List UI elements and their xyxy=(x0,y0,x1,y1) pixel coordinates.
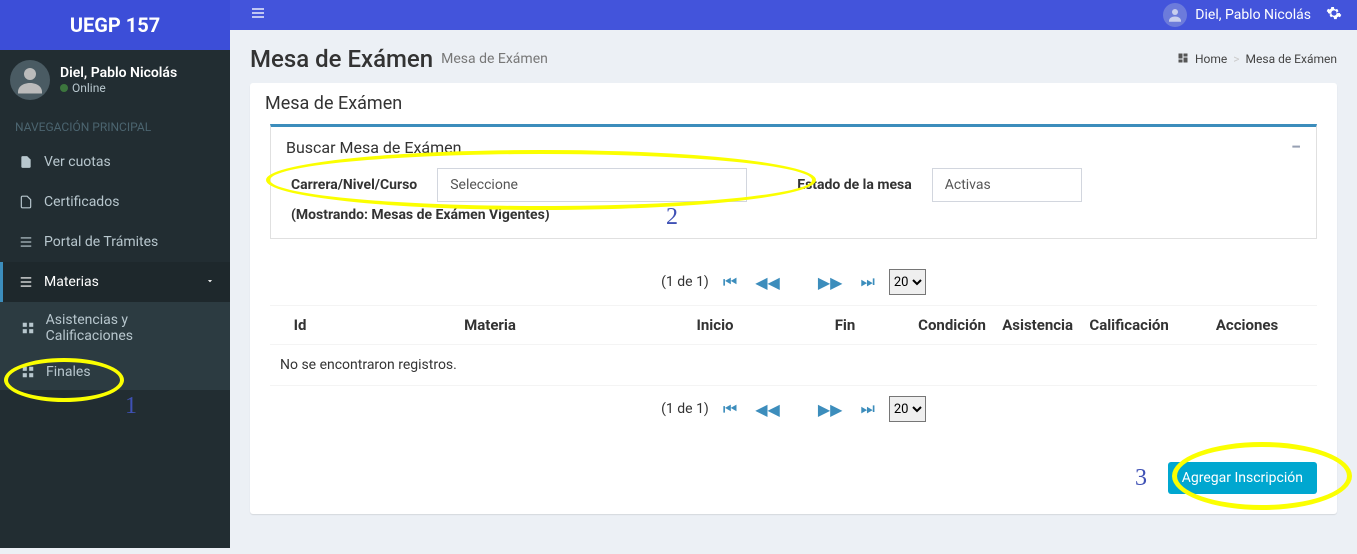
topbar-user[interactable]: Diel, Pablo Nicolás xyxy=(1163,3,1311,27)
th-condicion: Condición xyxy=(910,306,994,345)
user-info: Diel, Pablo Nicolás Online xyxy=(60,65,177,95)
page-info: (1 de 1) xyxy=(661,401,709,417)
nav-item-materias[interactable]: Materias xyxy=(0,262,230,302)
nav-sub-label: Finales xyxy=(46,364,91,380)
avatar-small xyxy=(1163,3,1187,27)
page-first-icon[interactable]: ⏮ xyxy=(719,397,741,421)
page-prev-icon[interactable]: ◀◀ xyxy=(751,398,784,421)
th-id: Id xyxy=(270,306,330,345)
estado-label: Estado de la mesa xyxy=(797,177,912,193)
nav-header: NAVEGACIÓN PRINCIPAL xyxy=(0,110,230,142)
search-box: Buscar Mesa de Exámen − Carrera/Nivel/Cu… xyxy=(270,124,1317,239)
annotation-label-2: 2 xyxy=(666,204,678,231)
nav-label: Portal de Trámites xyxy=(44,234,158,250)
page-size-select[interactable]: 20 xyxy=(889,269,926,295)
hint-text: (Mostrando: Mesas de Exámen Vigentes) xyxy=(271,207,1316,238)
user-panel: Diel, Pablo Nicolás Online xyxy=(0,50,230,110)
list-icon xyxy=(18,274,34,290)
avatar xyxy=(10,60,50,100)
empty-row: No se encontraron registros. xyxy=(270,345,1317,386)
th-acciones: Acciones xyxy=(1177,306,1317,345)
breadcrumb-sep: > xyxy=(1233,52,1239,66)
list-icon xyxy=(18,234,34,250)
page-next-icon[interactable]: ▶▶ xyxy=(814,271,847,294)
topbar-user-name: Diel, Pablo Nicolás xyxy=(1195,7,1311,23)
estado-select[interactable] xyxy=(932,168,1082,202)
page-prev-icon[interactable]: ◀◀ xyxy=(751,271,784,294)
page-last-icon[interactable]: ⏭ xyxy=(856,397,878,421)
collapse-button[interactable]: − xyxy=(1291,137,1301,158)
panel-box: Mesa de Exámen Buscar Mesa de Exámen − C… xyxy=(250,83,1337,514)
file-icon xyxy=(18,154,34,170)
user-status: Online xyxy=(60,81,177,95)
grid-icon xyxy=(20,320,36,336)
table-wrap: (1 de 1) ⏮ ◀◀ ▶▶ ⏭ 20 Id Materia Inicio … xyxy=(250,259,1337,447)
user-name: Diel, Pablo Nicolás xyxy=(60,65,177,81)
nav-label: Materias xyxy=(44,274,99,290)
nav-sub-asistencias[interactable]: Asistencias y Calificaciones xyxy=(0,302,230,354)
results-table: Id Materia Inicio Fin Condición Asistenc… xyxy=(270,305,1317,386)
nav-item-certificados[interactable]: Certificados xyxy=(0,182,230,222)
th-fin: Fin xyxy=(780,306,910,345)
breadcrumb-home[interactable]: Home xyxy=(1195,52,1227,66)
grid-icon xyxy=(20,364,36,380)
content-header: Mesa de Exámen Mesa de Exámen Home > Mes… xyxy=(230,30,1357,83)
gear-icon[interactable] xyxy=(1326,5,1342,25)
search-title: Buscar Mesa de Exámen xyxy=(286,138,461,157)
th-asistencia: Asistencia xyxy=(994,306,1081,345)
add-inscription-button[interactable]: Agregar Inscripción xyxy=(1168,462,1317,494)
annotation-label-1: 1 xyxy=(125,393,137,420)
chevron-down-icon xyxy=(205,274,215,290)
nav-label: Ver cuotas xyxy=(44,154,111,170)
page-first-icon[interactable]: ⏮ xyxy=(719,270,741,294)
th-inicio: Inicio xyxy=(650,306,780,345)
paginator-bottom: (1 de 1) ⏮ ◀◀ ▶▶ ⏭ 20 xyxy=(270,386,1317,432)
page-next-icon[interactable]: ▶▶ xyxy=(814,398,847,421)
carrera-label: Carrera/Nivel/Curso xyxy=(291,177,417,193)
page-title: Mesa de Exámen xyxy=(250,45,433,73)
topbar: Diel, Pablo Nicolás xyxy=(230,0,1357,30)
panel-title: Mesa de Exámen xyxy=(250,83,1337,124)
file-icon xyxy=(18,194,34,210)
hamburger-icon[interactable] xyxy=(245,0,271,30)
carrera-select[interactable] xyxy=(437,168,747,202)
brand-logo[interactable]: UEGP 157 xyxy=(0,0,230,50)
paginator-top: (1 de 1) ⏮ ◀◀ ▶▶ ⏭ 20 xyxy=(270,259,1317,305)
sidebar: UEGP 157 Diel, Pablo Nicolás Online NAVE… xyxy=(0,0,230,548)
nav-sub-finales[interactable]: Finales xyxy=(0,354,230,390)
page-size-select[interactable]: 20 xyxy=(889,396,926,422)
main: Diel, Pablo Nicolás Mesa de Exámen Mesa … xyxy=(230,0,1357,548)
nav-sub-label: Asistencias y Calificaciones xyxy=(46,312,215,344)
breadcrumb: Home > Mesa de Exámen xyxy=(1177,52,1337,67)
th-materia: Materia xyxy=(330,306,650,345)
dashboard-icon xyxy=(1177,52,1189,67)
nav-label: Certificados xyxy=(44,194,119,210)
page-info: (1 de 1) xyxy=(661,274,709,290)
breadcrumb-current: Mesa de Exámen xyxy=(1246,52,1337,66)
nav-item-tramites[interactable]: Portal de Trámites xyxy=(0,222,230,262)
page-last-icon[interactable]: ⏭ xyxy=(856,270,878,294)
page-subtitle: Mesa de Exámen xyxy=(441,51,548,67)
th-calificacion: Calificación xyxy=(1081,306,1177,345)
nav-item-cuotas[interactable]: Ver cuotas xyxy=(0,142,230,182)
footer-actions: Agregar Inscripción 3 xyxy=(250,447,1337,514)
content-body: Mesa de Exámen Buscar Mesa de Exámen − C… xyxy=(230,83,1357,554)
annotation-label-3: 3 xyxy=(1135,465,1147,492)
